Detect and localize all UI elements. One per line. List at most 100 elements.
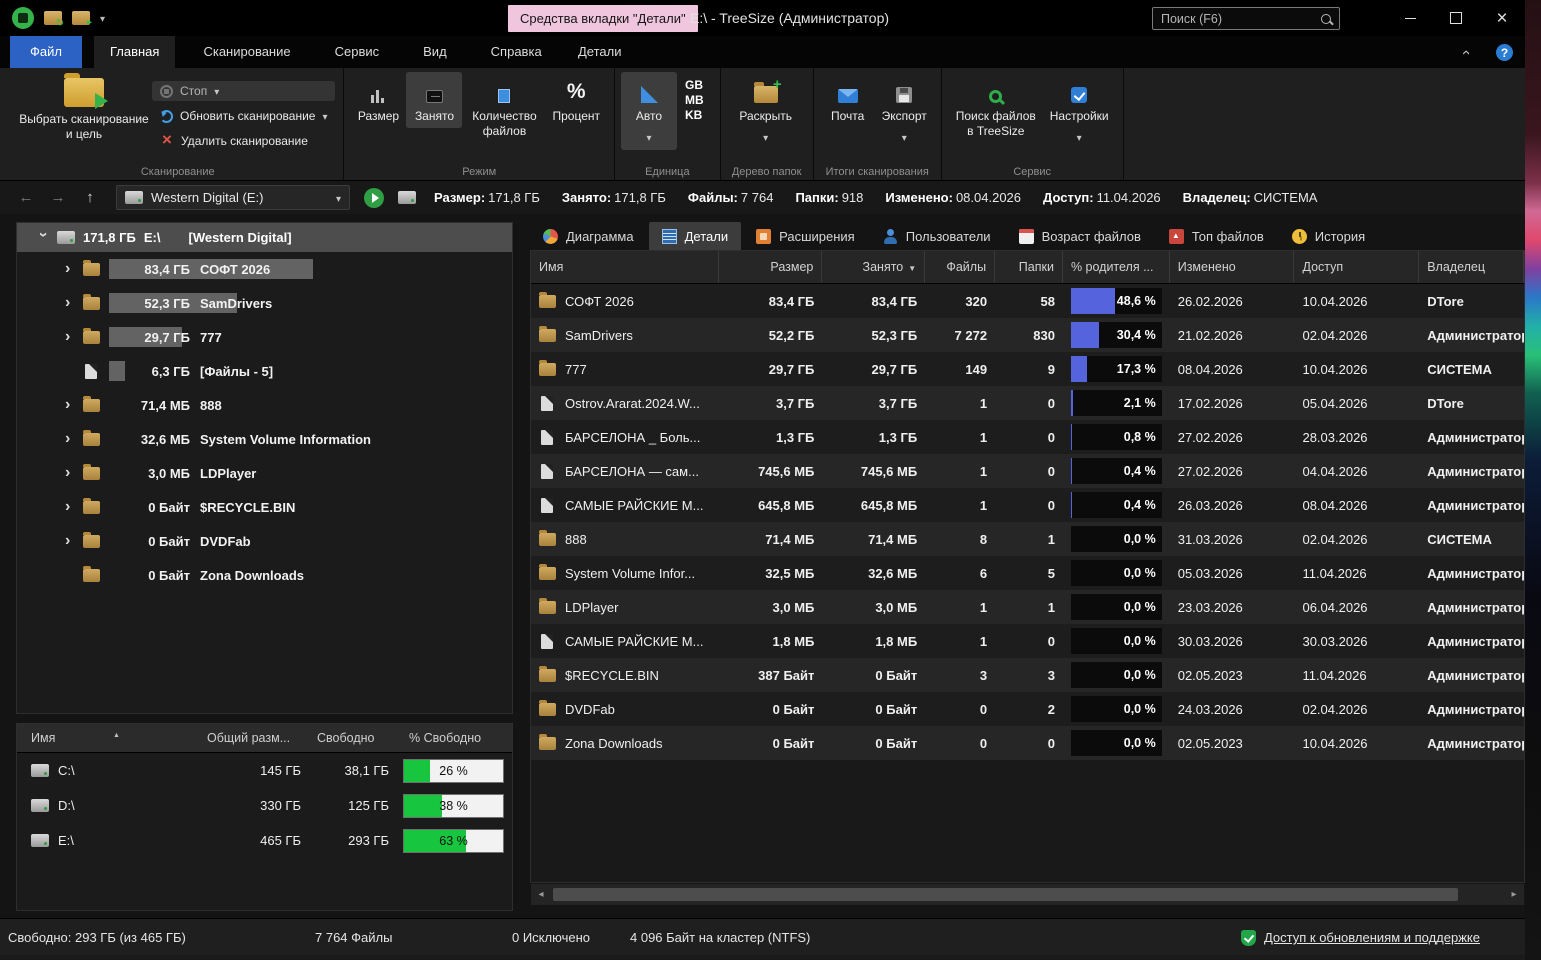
header-percent-of-parent[interactable]: % родителя ... — [1063, 251, 1170, 283]
details-row[interactable]: System Volume Infor... 32,5 МБ 32,6 МБ 6… — [531, 556, 1524, 590]
tab-details-context[interactable]: Детали — [562, 36, 638, 68]
tree-item[interactable]: 6,3 ГБ [Файлы - 5] — [17, 354, 512, 388]
settings-button[interactable]: Настройки — [1044, 72, 1115, 150]
up-button[interactable] — [78, 185, 102, 211]
details-row[interactable]: САМЫЕ РАЙСКИЕ М... 1,8 МБ 1,8 МБ 1 0 0,0… — [531, 624, 1524, 658]
delete-scan-button[interactable]: Удалить сканирование — [152, 131, 335, 151]
help-icon[interactable] — [1496, 44, 1513, 61]
view-tab[interactable]: Расширения — [743, 222, 868, 250]
view-tab[interactable]: Топ файлов — [1156, 222, 1277, 250]
header-files[interactable]: Файлы — [925, 251, 995, 283]
view-tab[interactable]: Детали — [649, 222, 742, 250]
chevron-right-icon[interactable] — [65, 261, 83, 277]
tab-view[interactable]: Вид — [407, 36, 463, 68]
stop-button[interactable]: Стоп — [152, 81, 335, 101]
header-size[interactable]: Размер — [719, 251, 823, 283]
minimize-button[interactable] — [1387, 0, 1433, 36]
chevron-right-icon[interactable] — [65, 431, 83, 447]
details-row[interactable]: DVDFab 0 Байт 0 Байт 0 2 0,0 % 24.03.202… — [531, 692, 1524, 726]
chevron-expanded-icon[interactable] — [35, 232, 51, 244]
header-modified[interactable]: Изменено — [1170, 251, 1295, 283]
scan-target-combo[interactable]: Western Digital (E:) — [116, 185, 350, 210]
start-scan-button[interactable] — [364, 188, 384, 208]
mail-button[interactable]: Почта — [820, 72, 876, 128]
details-row[interactable]: SamDrivers 52,2 ГБ 52,3 ГБ 7 272 830 30,… — [531, 318, 1524, 352]
drives-header-free[interactable]: Свободно — [311, 731, 401, 745]
details-row[interactable]: 888 71,4 МБ 71,4 МБ 8 1 0,0 % 31.03.2026… — [531, 522, 1524, 556]
header-folders[interactable]: Папки — [995, 251, 1063, 283]
scroll-left-icon[interactable] — [531, 884, 551, 905]
header-name[interactable]: Имя — [531, 251, 719, 283]
tree-root-item[interactable]: 171,8 ГБ E:\ [Western Digital] — [17, 223, 512, 252]
tab-home[interactable]: Главная — [94, 36, 175, 68]
chevron-right-icon[interactable] — [65, 295, 83, 311]
tab-scan[interactable]: Сканирование — [187, 36, 306, 68]
details-row[interactable]: Ostrov.Ararat.2024.W... 3,7 ГБ 3,7 ГБ 1 … — [531, 386, 1524, 420]
forward-button[interactable] — [46, 185, 70, 211]
quick-access-dropdown-icon[interactable] — [100, 9, 105, 27]
scrollbar-thumb[interactable] — [553, 888, 1458, 901]
view-tab[interactable]: Диаграмма — [530, 222, 647, 250]
mode-filecount-button[interactable]: Количество файлов — [462, 72, 546, 143]
search-input[interactable]: Поиск (F6) — [1152, 7, 1340, 30]
details-row[interactable]: СОФТ 2026 83,4 ГБ 83,4 ГБ 320 58 48,6 % … — [531, 284, 1524, 318]
mode-percent-button[interactable]: Процент — [546, 72, 606, 128]
horizontal-scrollbar[interactable] — [531, 884, 1524, 905]
header-accessed[interactable]: Доступ — [1294, 251, 1419, 283]
tree-item[interactable]: 29,7 ГБ 777 — [17, 320, 512, 354]
details-row[interactable]: 777 29,7 ГБ 29,7 ГБ 149 9 17,3 % 08.04.2… — [531, 352, 1524, 386]
chevron-right-icon[interactable] — [65, 499, 83, 515]
chevron-right-icon[interactable] — [65, 533, 83, 549]
header-owner[interactable]: Владелец — [1419, 251, 1524, 283]
header-allocated[interactable]: Занято — [822, 251, 925, 283]
scroll-right-icon[interactable] — [1504, 884, 1524, 905]
chevron-right-icon[interactable] — [65, 329, 83, 345]
details-row[interactable]: БАРСЕЛОНА _ Боль... 1,3 ГБ 1,3 ГБ 1 0 0,… — [531, 420, 1524, 454]
mode-allocated-button[interactable]: Занято — [406, 72, 462, 128]
tree-item[interactable]: 0 Байт $RECYCLE.BIN — [17, 490, 512, 524]
select-scan-button[interactable]: Выбрать сканирование и цель — [18, 72, 150, 142]
tab-tools[interactable]: Сервис — [319, 36, 396, 68]
tab-help[interactable]: Справка — [475, 36, 558, 68]
drives-header-total[interactable]: Общий разм... — [201, 731, 311, 745]
unit-label[interactable]: KB — [685, 108, 704, 122]
view-tab[interactable]: Пользователи — [870, 222, 1004, 250]
close-button[interactable] — [1479, 0, 1525, 36]
tree-item[interactable]: 32,6 МБ System Volume Information — [17, 422, 512, 456]
quick-refresh-icon[interactable] — [44, 11, 62, 25]
details-row[interactable]: $RECYCLE.BIN 387 Байт 0 Байт 3 3 0,0 % 0… — [531, 658, 1524, 692]
tree-item[interactable]: 0 Байт Zona Downloads — [17, 558, 512, 592]
export-button[interactable]: Экспорт — [876, 72, 933, 150]
collapse-ribbon-icon[interactable] — [1463, 44, 1481, 62]
updates-link[interactable]: Доступ к обновлениям и поддержке — [1241, 919, 1480, 956]
unit-label[interactable]: MB — [685, 93, 704, 107]
drives-header-name[interactable]: Имя — [17, 731, 201, 745]
unit-auto-button[interactable]: Авто — [621, 72, 677, 150]
view-tab[interactable]: История — [1279, 222, 1378, 250]
back-button[interactable] — [14, 185, 38, 211]
unit-label[interactable]: GB — [685, 78, 704, 92]
tree-item[interactable]: 0 Байт DVDFab — [17, 524, 512, 558]
mode-size-button[interactable]: Размер — [350, 72, 406, 128]
drive-row[interactable]: E:\ 465 ГБ 293 ГБ 63 % — [17, 823, 512, 858]
drives-header-pctfree[interactable]: % Свободно — [401, 731, 506, 745]
quick-open-icon[interactable] — [72, 11, 90, 25]
details-row[interactable]: САМЫЕ РАЙСКИЕ М... 645,8 МБ 645,8 МБ 1 0… — [531, 488, 1524, 522]
chevron-right-icon[interactable] — [65, 465, 83, 481]
details-row[interactable]: Zona Downloads 0 Байт 0 Байт 0 0 0,0 % 0… — [531, 726, 1524, 760]
tree-item[interactable]: 83,4 ГБ СОФТ 2026 — [17, 252, 512, 286]
refresh-scan-button[interactable]: Обновить сканирование — [152, 106, 335, 126]
chevron-right-icon[interactable] — [65, 397, 83, 413]
maximize-button[interactable] — [1433, 0, 1479, 36]
app-icon[interactable] — [12, 7, 34, 29]
tree-item[interactable]: 52,3 ГБ SamDrivers — [17, 286, 512, 320]
view-tab[interactable]: Возраст файлов — [1006, 222, 1154, 250]
expand-button[interactable]: Раскрыть — [727, 72, 805, 150]
tree-item[interactable]: 71,4 МБ 888 — [17, 388, 512, 422]
drive-row[interactable]: C:\ 145 ГБ 38,1 ГБ 26 % — [17, 753, 512, 788]
tab-file[interactable]: Файл — [10, 36, 82, 68]
details-row[interactable]: БАРСЕЛОНА — сам... 745,6 МБ 745,6 МБ 1 0… — [531, 454, 1524, 488]
tree-item[interactable]: 3,0 МБ LDPlayer — [17, 456, 512, 490]
details-row[interactable]: LDPlayer 3,0 МБ 3,0 МБ 1 1 0,0 % 23.03.2… — [531, 590, 1524, 624]
file-search-button[interactable]: Поиск файлов в TreeSize — [948, 72, 1044, 143]
